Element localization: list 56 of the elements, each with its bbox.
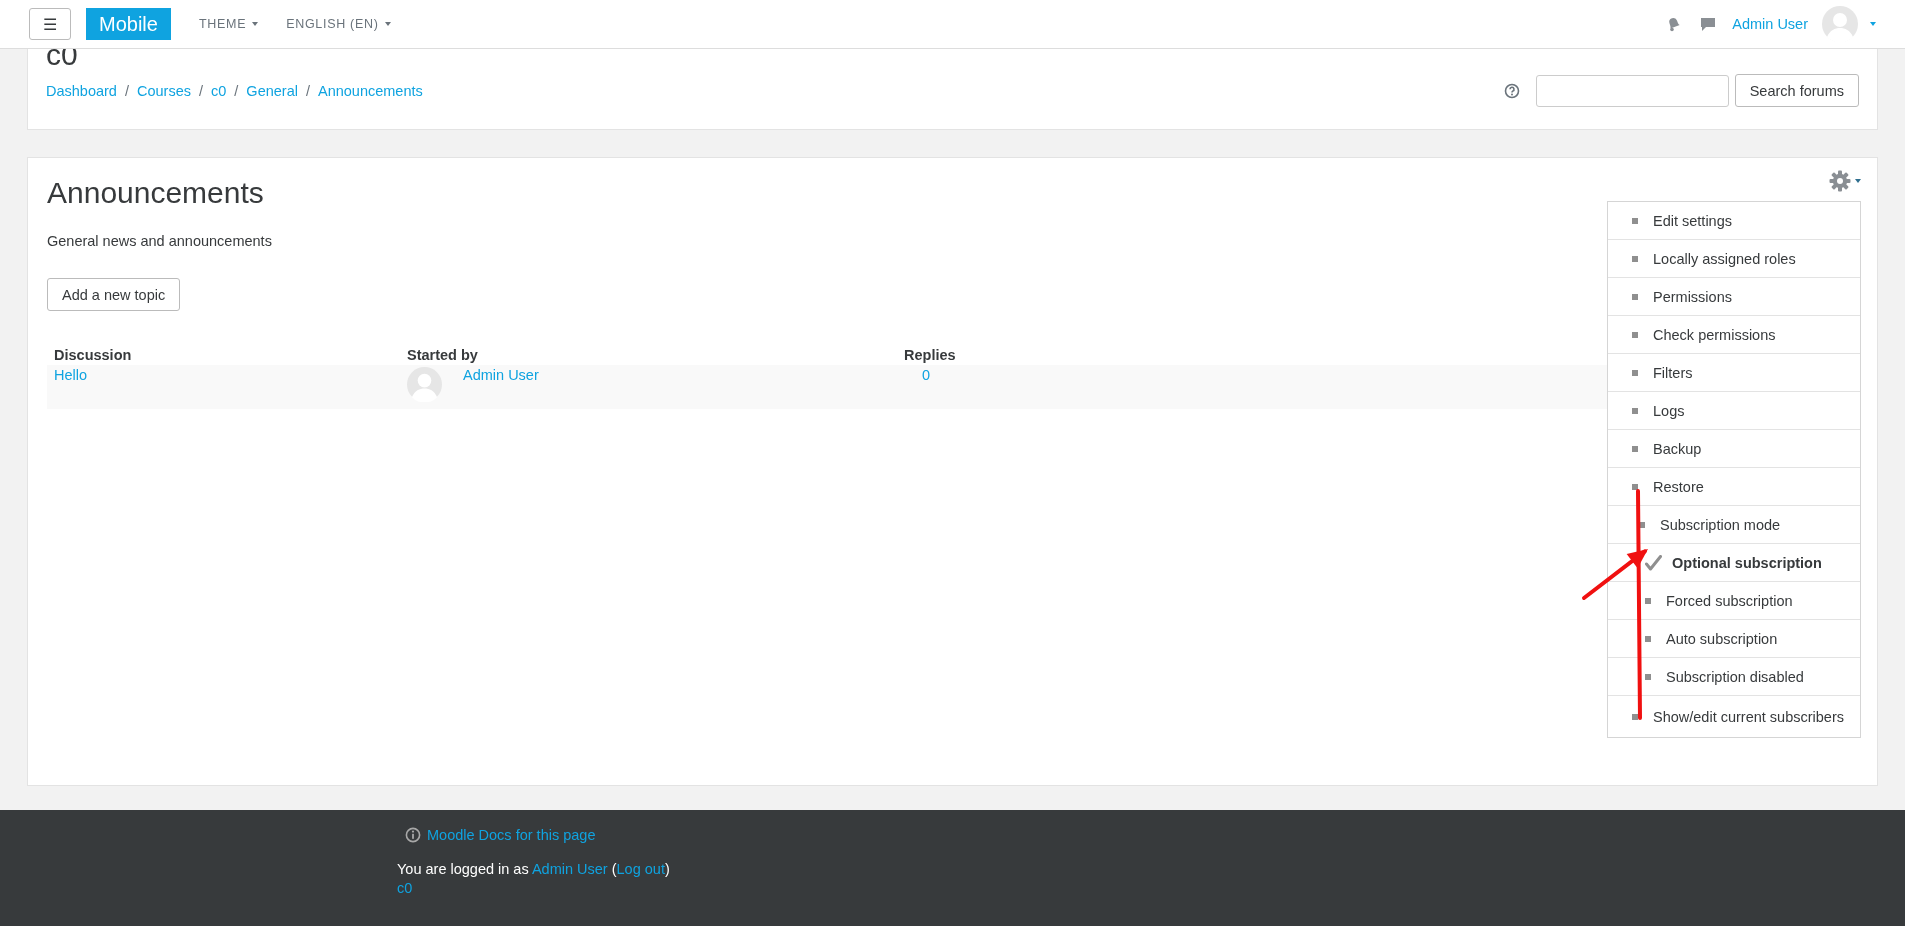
info-icon: [405, 827, 421, 843]
chat-icon[interactable]: [1700, 16, 1717, 32]
caret-icon: [1870, 22, 1876, 26]
column-header: Discussion: [47, 347, 400, 365]
bullet-icon: [1639, 521, 1645, 528]
breadcrumb-separator: /: [198, 82, 203, 99]
menu-item[interactable]: Auto subscription: [1608, 620, 1860, 658]
bullet-icon: [1632, 713, 1638, 720]
menu-item[interactable]: Logs: [1608, 392, 1860, 430]
docs-link[interactable]: Moodle Docs for this page: [427, 827, 596, 843]
breadcrumb-separator: /: [234, 82, 239, 99]
bullet-icon: [1632, 217, 1638, 224]
caret-icon[interactable]: [1855, 179, 1861, 183]
column-header: Started by: [400, 347, 897, 365]
user-link[interactable]: Admin User: [531, 861, 608, 877]
bullet-icon: [1632, 369, 1638, 376]
bullet-icon: [1632, 407, 1638, 414]
annotation-arrow: [1582, 549, 1648, 600]
caret-icon: [252, 22, 259, 26]
check-icon: [1645, 554, 1662, 571]
bullet-icon: [1645, 635, 1651, 642]
bullet-icon: [1632, 331, 1638, 338]
bullet-icon: [1645, 597, 1651, 604]
user-avatar: [1822, 6, 1858, 42]
menu-item[interactable]: Filters: [1608, 354, 1860, 392]
bullet-icon: [1632, 445, 1638, 452]
menu-item[interactable]: Subscription mode: [1608, 506, 1860, 544]
bullet-icon: [1632, 293, 1638, 300]
breadcrumb-separator: /: [305, 82, 310, 99]
course-link[interactable]: c0: [397, 880, 413, 896]
menu-item[interactable]: Locally assigned roles: [1608, 240, 1860, 278]
settings-icon[interactable]: [1829, 170, 1851, 192]
search-field[interactable]: [1535, 74, 1729, 107]
menu-button[interactable]: ☰: [29, 8, 71, 40]
menu-item[interactable]: Check permissions: [1608, 316, 1860, 354]
search-forums-button[interactable]: Search forums: [1734, 74, 1859, 107]
login-info: You are logged in as Admin User (Log out): [397, 861, 671, 877]
logout-link[interactable]: Log out: [616, 861, 665, 877]
bullet-icon: [1632, 255, 1638, 262]
menu-item[interactable]: Subscription disabled: [1608, 658, 1860, 696]
forum-title: Announcements: [47, 175, 264, 211]
menu-item[interactable]: Restore: [1608, 468, 1860, 506]
bullet-icon: [1632, 483, 1638, 490]
help-icon[interactable]: [1503, 82, 1520, 99]
menu-item[interactable]: Edit settings: [1608, 202, 1860, 240]
dropdown-menu[interactable]: THEME: [198, 17, 259, 31]
dropdown-menu[interactable]: ENGLISH (EN): [286, 17, 391, 31]
menu-item[interactable]: Permissions: [1608, 278, 1860, 316]
breadcrumb-separator: /: [124, 82, 129, 99]
menu-item[interactable]: Show/edit current subscribers: [1608, 696, 1860, 737]
bullet-icon: [1645, 673, 1651, 680]
add-topic-button[interactable]: Add a new topic: [47, 278, 181, 311]
menu-item[interactable]: Backup: [1608, 430, 1860, 468]
menu-item[interactable]: Forced subscription: [1608, 582, 1860, 620]
caret-icon: [384, 22, 391, 26]
forum-description: General news and announcements: [47, 233, 273, 249]
